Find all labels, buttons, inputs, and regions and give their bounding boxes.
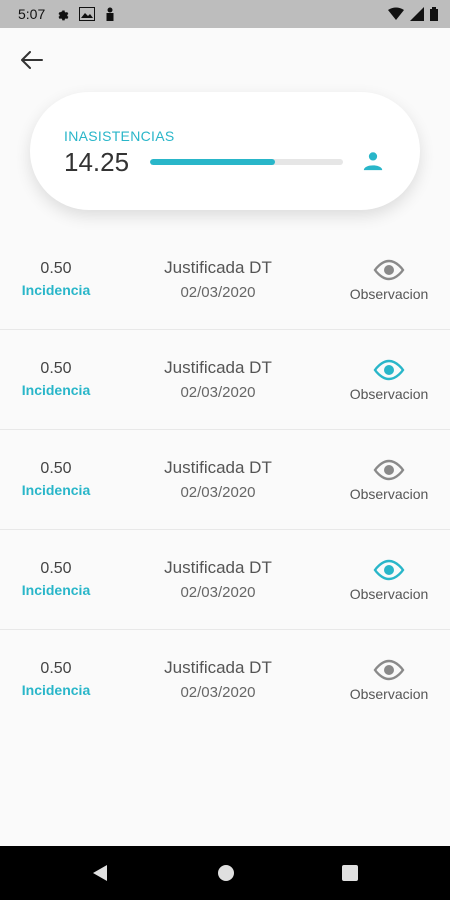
home-circle-icon[interactable] (216, 863, 236, 883)
record-row: 0.50 Incidencia Justificada DT 02/03/2020 Ob… (0, 530, 450, 630)
incidencia-link[interactable]: Incidencia (0, 482, 112, 498)
photo-icon (79, 7, 96, 21)
record-amount: 0.50 (40, 460, 72, 477)
record-row: 0.50 Incidencia Justificada DT 02/03/2020 Ob… (0, 330, 450, 430)
person-status-icon (105, 7, 115, 21)
system-navigation-bar (0, 846, 450, 900)
back-triangle-icon[interactable] (90, 863, 110, 883)
status-left: 5:07 (18, 6, 115, 22)
record-status: Justificada DT (164, 358, 272, 377)
eye-icon (373, 359, 405, 381)
header-area: INASISTENCIAS 14.25 (0, 28, 450, 228)
eye-icon (373, 459, 405, 481)
incidencia-link[interactable]: Incidencia (0, 582, 112, 598)
record-status: Justificada DT (164, 258, 272, 277)
record-status: Justificada DT (164, 458, 272, 477)
record-row: 0.50 Incidencia Justificada DT 02/03/2020 Ob… (0, 230, 450, 330)
absences-summary-card: INASISTENCIAS 14.25 (30, 92, 420, 210)
back-button[interactable] (14, 46, 50, 74)
records-list: 0.50 Incidencia Justificada DT 02/03/2020 Ob… (0, 230, 450, 730)
record-row: 0.50 Incidencia Justificada DT 02/03/2020 Ob… (0, 430, 450, 530)
record-amount: 0.50 (40, 260, 72, 277)
eye-icon (373, 659, 405, 681)
observation-button[interactable]: Observacion (333, 558, 445, 602)
observation-label: Observacion (349, 486, 429, 502)
eye-icon (373, 559, 405, 581)
wifi-icon (388, 7, 404, 21)
status-right (388, 7, 438, 21)
record-status: Justificada DT (164, 558, 272, 577)
observation-label: Observacion (349, 586, 429, 602)
record-amount: 0.50 (40, 560, 72, 577)
record-date: 02/03/2020 (180, 284, 256, 301)
incidencia-link[interactable]: Incidencia (0, 282, 112, 298)
record-status: Justificada DT (164, 658, 272, 677)
record-amount: 0.50 (40, 360, 72, 377)
observation-label: Observacion (349, 686, 429, 702)
arrow-left-icon (21, 51, 43, 69)
observation-button[interactable]: Observacion (333, 658, 445, 702)
incidencia-link[interactable]: Incidencia (0, 682, 112, 698)
status-bar: 5:07 (0, 0, 450, 28)
summary-value: 14.25 (64, 147, 130, 177)
summary-progress-bar (150, 159, 343, 165)
record-date: 02/03/2020 (180, 684, 256, 701)
record-row: 0.50 Incidencia Justificada DT 02/03/2020 Ob… (0, 630, 450, 730)
observation-button[interactable]: Observacion (333, 358, 445, 402)
record-date: 02/03/2020 (180, 484, 256, 501)
observation-label: Observacion (349, 286, 429, 302)
observation-button[interactable]: Observacion (333, 258, 445, 302)
summary-label: INASISTENCIAS (64, 128, 175, 144)
eye-icon (373, 259, 405, 281)
record-date: 02/03/2020 (180, 384, 256, 401)
battery-icon (430, 7, 438, 21)
settings-icon (55, 7, 69, 21)
recents-square-icon[interactable] (340, 863, 360, 883)
observation-button[interactable]: Observacion (333, 458, 445, 502)
record-amount: 0.50 (40, 660, 72, 677)
person-icon[interactable] (362, 150, 384, 172)
status-time: 5:07 (18, 6, 46, 22)
observation-label: Observacion (349, 386, 429, 402)
signal-icon (410, 7, 424, 21)
record-date: 02/03/2020 (180, 584, 256, 601)
summary-progress-fill (150, 159, 276, 165)
incidencia-link[interactable]: Incidencia (0, 382, 112, 398)
